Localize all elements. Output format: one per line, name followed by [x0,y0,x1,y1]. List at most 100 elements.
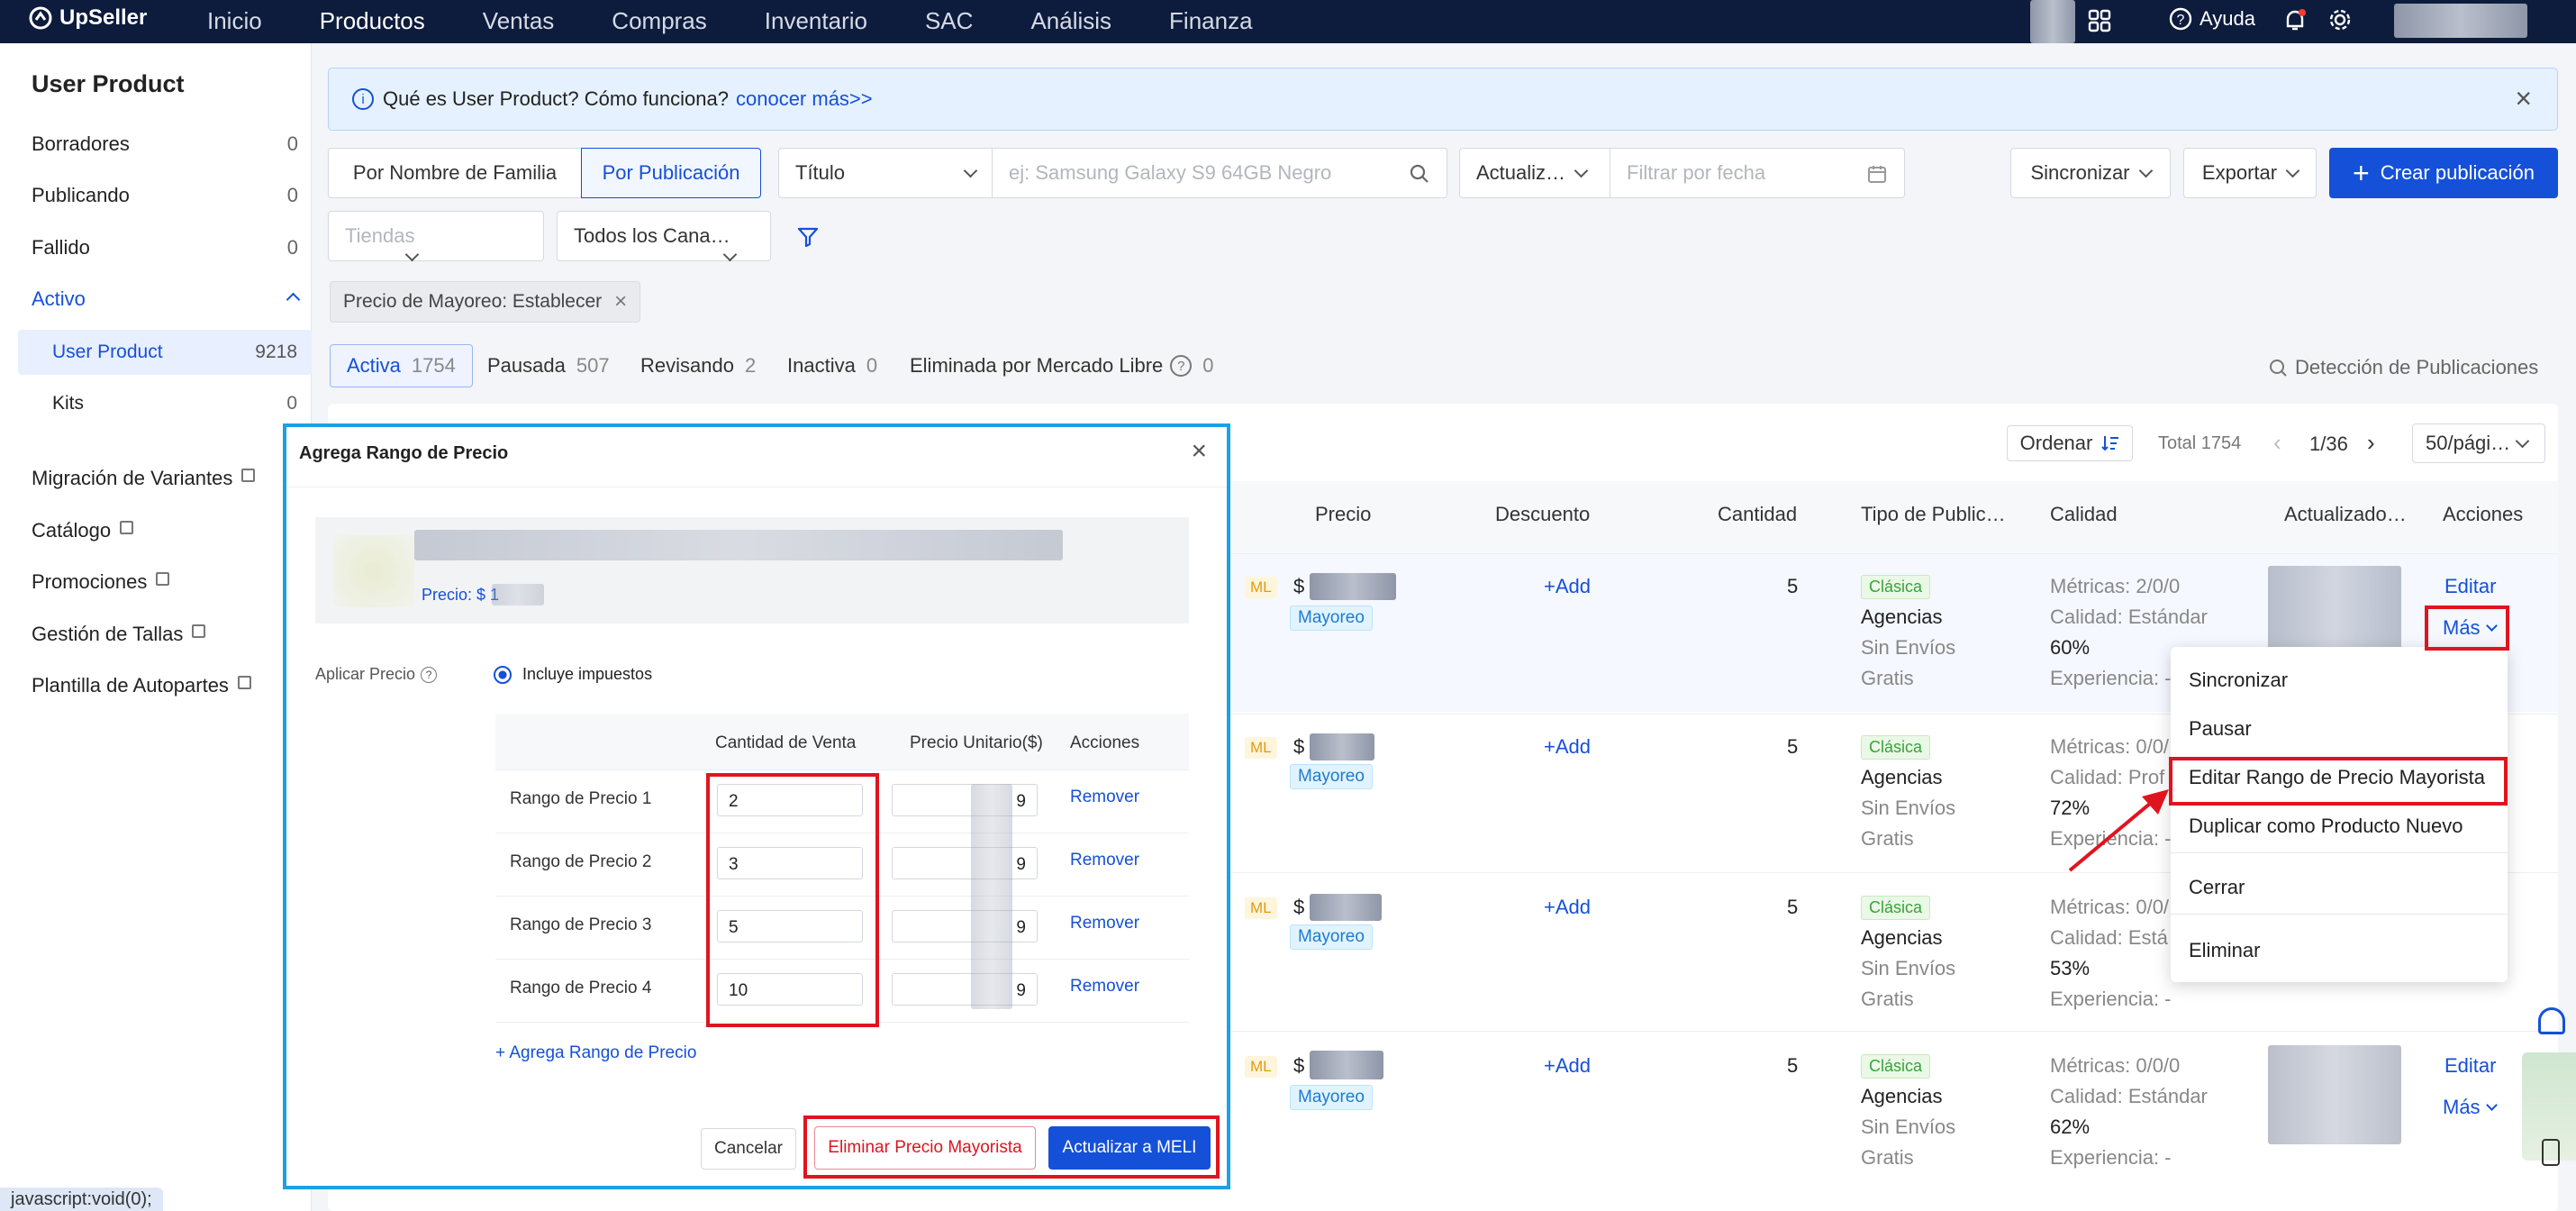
search-icon[interactable] [1409,163,1430,185]
apply-price-label: Aplicar Precio? [315,665,438,684]
close-icon[interactable]: × [2515,84,2532,113]
date-type-select[interactable]: Actualiz… [1459,148,1610,198]
stores-select[interactable]: Tiendas [328,211,544,261]
shipping-line-3: Gratis [1861,827,1914,850]
channels-select[interactable]: Todos los Cana… [557,211,771,261]
remove-range-link[interactable]: Remover [1070,851,1139,870]
status-tab-pausada[interactable]: Pausada 507 [487,354,610,378]
quality-level: Calidad: Estándar [2050,606,2208,628]
close-icon[interactable]: × [1191,436,1207,467]
menu-item-eliminar[interactable]: Eliminar [2189,939,2260,962]
mobile-app-icon[interactable] [2542,1139,2560,1166]
sidebar-item-borradores[interactable]: Borradores 0 [32,132,298,156]
page-size-select[interactable]: 50/pági… [2412,423,2545,463]
nav-ventas[interactable]: Ventas [483,7,555,35]
delete-wholesale-price-button[interactable]: Eliminar Precio Mayorista [814,1126,1036,1170]
remove-range-link[interactable]: Remover [1070,788,1139,807]
active-filter-tag[interactable]: Precio de Mayoreo: Establecer × [330,281,641,323]
more-actions-button[interactable]: Más [2443,1096,2498,1119]
status-tab-label: Inactiva [787,354,856,377]
add-discount-link[interactable]: +Add [1544,896,1591,919]
menu-item-duplicar[interactable]: Duplicar como Producto Nuevo [2189,815,2463,838]
listing-detection-link[interactable]: Detección de Publicaciones [2268,356,2538,379]
sidebar-item-activo[interactable]: Activo [32,287,301,311]
sidebar-link-autopartes[interactable]: Plantilla de Autopartes [32,674,251,697]
create-listing-button[interactable]: + Crear publicación [2329,148,2558,198]
status-tab-count: 0 [1202,354,1214,377]
customer-support-icon[interactable] [2538,1007,2565,1034]
sidebar-item-fallido[interactable]: Fallido 0 [32,236,298,260]
status-tab-revisando[interactable]: Revisando 2 [640,354,756,378]
export-button[interactable]: Exportar [2183,148,2317,198]
nav-inicio[interactable]: Inicio [207,7,262,35]
remove-range-link[interactable]: Remover [1070,977,1139,997]
sidebar-link-migracion[interactable]: Migración de Variantes [32,467,256,490]
top-navigation: UpSeller Inicio Productos Ventas Compras… [0,0,2576,43]
menu-item-pausar[interactable]: Pausar [2189,717,2252,741]
add-price-range-link[interactable]: + Agrega Rango de Precio [495,1043,696,1063]
range-price-input[interactable]: 9 [892,784,1038,816]
external-link-icon [241,469,256,482]
sidebar-item-publicando[interactable]: Publicando 0 [32,184,298,207]
filter-icon[interactable] [796,225,820,249]
listing-type-badge: Clásica [1861,1054,1931,1079]
edit-link[interactable]: Editar [2444,575,2496,598]
add-discount-link[interactable]: +Add [1544,575,1591,598]
status-tab-activa[interactable]: Activa 1754 [330,344,473,387]
redacted-shop-avatar[interactable] [2030,0,2075,43]
date-filter-input[interactable]: Filtrar por fecha [1610,148,1905,198]
ml-badge: ML [1245,577,1277,598]
close-icon[interactable]: × [614,289,627,314]
update-meli-button[interactable]: Actualizar a MELI [1048,1126,1211,1170]
range-price-input[interactable]: 9 [892,910,1038,942]
sync-label: Sincronizar [2030,161,2130,184]
upseller-logo-icon [29,6,52,30]
cancel-button[interactable]: Cancelar [701,1128,796,1170]
menu-item-sincronizar[interactable]: Sincronizar [2189,669,2288,692]
status-tab-count: 1754 [411,354,456,377]
date-filter-placeholder: Filtrar por fecha [1627,161,1766,184]
prev-page-icon[interactable]: ‹ [2273,429,2281,457]
banner-learn-more-link[interactable]: conocer más>> [736,87,873,111]
app-logo[interactable]: UpSeller [29,5,147,31]
wholesale-tag: Mayoreo [1290,1085,1373,1110]
highlight-more-button [2425,606,2509,651]
sync-button[interactable]: Sincronizar [2010,148,2171,198]
status-tab-eliminada[interactable]: Eliminada por Mercado Libre? 0 [910,354,1214,378]
sidebar-link-promociones[interactable]: Promociones [32,570,170,594]
sort-icon [2101,436,2119,451]
range-price-input[interactable]: 9 [892,847,1038,879]
redacted-user-account[interactable] [2394,4,2527,38]
sidebar-subitem-kits[interactable]: Kits 0 [18,381,312,426]
range-price-input[interactable]: 9 [892,973,1038,1006]
notification-bell-icon[interactable] [2282,7,2308,40]
sidebar-subitem-user-product[interactable]: User Product 9218 [18,330,312,375]
search-field-select[interactable]: Título [778,148,993,198]
help-button[interactable]: ? Ayuda [2169,7,2255,31]
settings-gear-icon[interactable] [2327,7,2353,38]
shipping-line-1: Agencias [1861,1085,1943,1107]
view-by-listing-tab[interactable]: Por Publicación [581,148,761,198]
add-discount-link[interactable]: +Add [1544,1054,1591,1078]
nav-sac[interactable]: SAC [925,7,973,35]
remove-range-link[interactable]: Remover [1070,914,1139,933]
listing-type-badge: Clásica [1861,735,1931,760]
search-input[interactable]: ej: Samsung Galaxy S9 64GB Negro [992,148,1447,198]
nav-finanza[interactable]: Finanza [1169,7,1253,35]
view-by-family-tab[interactable]: Por Nombre de Familia [328,148,582,198]
status-tab-inactiva[interactable]: Inactiva 0 [787,354,877,378]
sort-button[interactable]: Ordenar [2007,425,2133,461]
nav-productos[interactable]: Productos [320,7,425,35]
menu-divider [2171,914,2508,915]
add-discount-link[interactable]: +Add [1544,735,1591,759]
next-page-icon[interactable]: › [2367,429,2375,457]
nav-analisis[interactable]: Análisis [1030,7,1111,35]
includes-tax-radio[interactable]: Incluye impuestos [494,665,652,684]
nav-inventario[interactable]: Inventario [765,7,867,35]
edit-link[interactable]: Editar [2444,1054,2496,1078]
sidebar-link-catalogo[interactable]: Catálogo [32,519,134,542]
nav-compras[interactable]: Compras [612,7,706,35]
sidebar-link-tallas[interactable]: Gestión de Tallas [32,623,206,646]
menu-item-cerrar[interactable]: Cerrar [2189,876,2245,899]
apps-grid-icon[interactable] [2088,9,2111,38]
